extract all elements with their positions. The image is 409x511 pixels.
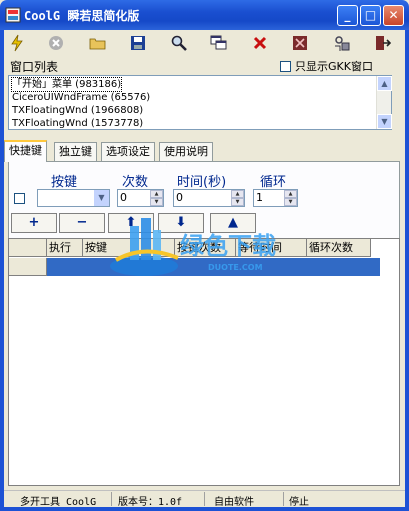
count-spinbox[interactable]: 0 ▲ ▼ xyxy=(117,189,164,207)
loop-label: 循环 xyxy=(260,175,287,190)
spin-down-icon[interactable]: ▼ xyxy=(150,198,163,206)
windows-icon[interactable] xyxy=(208,33,230,53)
time-label: 时间(秒) xyxy=(177,175,227,190)
status-version: 版本号：1.0f xyxy=(118,497,183,508)
tab-instructions[interactable]: 使用说明 xyxy=(159,142,213,161)
status-tool-name: 多开工具 CoolG xyxy=(20,497,97,508)
chevron-down-icon[interactable]: ▼ xyxy=(94,190,109,206)
key-label: 按键 xyxy=(51,175,78,190)
window-list-scrollbar[interactable]: ▲ ▼ xyxy=(376,76,392,129)
lightning-icon[interactable] xyxy=(6,33,28,53)
watermark-text: 绿色下载 xyxy=(180,232,276,260)
cancel-circle-icon[interactable] xyxy=(45,33,67,53)
count-label: 次数 xyxy=(122,175,149,190)
gkk-only-checkbox[interactable] xyxy=(280,61,291,72)
scroll-down-icon[interactable]: ▼ xyxy=(377,114,392,129)
loop-spinbox[interactable]: 1 ▲ ▼ xyxy=(253,189,298,207)
spin-up-icon[interactable]: ▲ xyxy=(150,190,163,198)
save-disk-icon[interactable] xyxy=(127,33,149,53)
time-value: 0 xyxy=(176,191,183,204)
site-watermark: 绿色下载 DUOTE.COM xyxy=(108,214,298,282)
time-spinbox[interactable]: 0 ▲ ▼ xyxy=(173,189,245,207)
status-license: 自由软件 xyxy=(214,497,254,508)
gkk-only-label: 只显示GKK窗口 xyxy=(295,60,373,73)
open-folder-icon[interactable] xyxy=(87,33,109,53)
delete-x-icon[interactable] xyxy=(249,33,271,53)
list-item[interactable]: TXFloatingWnd (1573778) xyxy=(12,117,143,130)
tab-independent-key[interactable]: 独立键 xyxy=(54,142,97,161)
status-bar: 多开工具 CoolG 版本号：1.0f 自由软件 停止 xyxy=(4,490,405,508)
close-button[interactable]: ✕ xyxy=(383,5,404,26)
list-item[interactable]: 「开始」菜单 (983186) xyxy=(10,77,123,92)
remove-row-button[interactable]: − xyxy=(59,213,105,233)
settings-chip-icon[interactable] xyxy=(289,33,311,53)
status-state: 停止 xyxy=(289,497,309,508)
key-combobox[interactable]: ▼ xyxy=(37,189,110,207)
magnifier-icon[interactable] xyxy=(168,33,190,53)
grid-header-loop-count[interactable]: 循环次数 xyxy=(307,239,371,257)
plugin-icon[interactable] xyxy=(331,33,353,53)
enable-checkbox[interactable] xyxy=(14,193,25,204)
count-value: 0 xyxy=(120,191,127,204)
app-icon xyxy=(5,7,21,23)
spin-up-icon[interactable]: ▲ xyxy=(231,190,244,198)
spin-up-icon[interactable]: ▲ xyxy=(284,190,297,198)
add-row-button[interactable]: + xyxy=(11,213,57,233)
grid-row-header[interactable] xyxy=(9,258,47,276)
maximize-button[interactable]: □ xyxy=(360,5,381,26)
spin-down-icon[interactable]: ▼ xyxy=(284,198,297,206)
tab-options[interactable]: 选项设定 xyxy=(101,142,155,161)
spin-down-icon[interactable]: ▼ xyxy=(231,198,244,206)
grid-corner xyxy=(9,239,47,257)
list-item[interactable]: CiceroUIWndFrame (65576) xyxy=(12,91,150,104)
watermark-url: DUOTE.COM xyxy=(208,263,263,272)
list-item[interactable]: TXFloatingWnd (1966808) xyxy=(12,104,143,117)
grid-header-execute[interactable]: 执行 xyxy=(47,239,83,257)
exit-icon[interactable] xyxy=(372,33,394,53)
window-title: CoolG 瞬若思简化版 xyxy=(24,9,140,23)
loop-value: 1 xyxy=(256,191,263,204)
scroll-up-icon[interactable]: ▲ xyxy=(377,76,392,91)
window-list-label: 窗口列表 xyxy=(10,60,59,74)
minimize-button[interactable]: _ xyxy=(337,5,358,26)
tab-hotkey[interactable]: 快捷键 xyxy=(4,140,47,162)
window-list[interactable]: 「开始」菜单 (983186) CiceroUIWndFrame (65576)… xyxy=(8,75,392,130)
